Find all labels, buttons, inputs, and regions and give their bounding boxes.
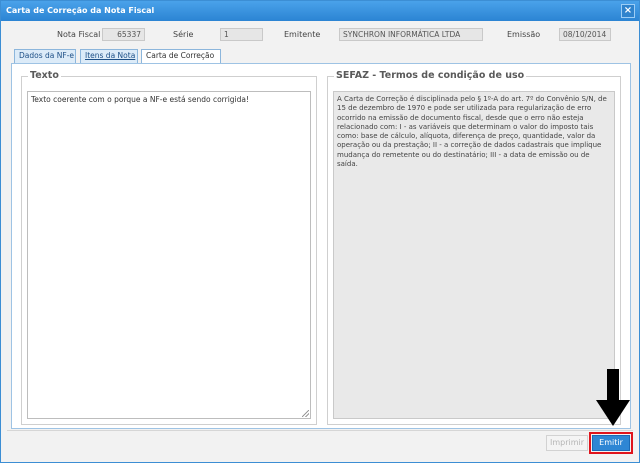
- serie-label: Série: [173, 30, 194, 39]
- arrow-down-icon: [596, 369, 630, 426]
- emissao-label: Emissão: [507, 30, 541, 39]
- nota-fiscal-label: Nota Fiscal: [57, 30, 101, 39]
- emissao-field: 08/10/2014: [559, 28, 611, 41]
- correction-text-input[interactable]: Texto coerente com o porque a NF-e está …: [27, 91, 311, 419]
- imprimir-button[interactable]: Imprimir: [546, 435, 588, 451]
- correction-text-value: Texto coerente com o porque a NF-e está …: [31, 95, 249, 104]
- texto-fieldset: Texto Texto coerente com o porque a NF-e…: [21, 70, 317, 425]
- dialog-window: Carta de Correção da Nota Fiscal × Nota …: [0, 0, 640, 463]
- title-bar[interactable]: Carta de Correção da Nota Fiscal ×: [1, 1, 639, 21]
- emitir-button[interactable]: Emitir: [589, 432, 633, 454]
- tab-panel: Texto Texto coerente com o porque a NF-e…: [11, 63, 631, 429]
- emitente-label: Emitente: [284, 30, 321, 39]
- tab-dados-nfe[interactable]: Dados da NF-e: [14, 49, 76, 63]
- close-button[interactable]: ×: [621, 4, 635, 18]
- emitente-field: SYNCHRON INFORMÁTICA LTDA: [339, 28, 483, 41]
- serie-field: 1: [220, 28, 263, 41]
- close-icon: ×: [623, 5, 633, 16]
- footer-divider: [7, 430, 633, 431]
- tab-carta-correcao[interactable]: Carta de Correção: [141, 49, 221, 64]
- nota-fiscal-field: 65337: [102, 28, 145, 41]
- sefaz-legend: SEFAZ - Termos de condição de uso: [334, 70, 527, 81]
- window-title: Carta de Correção da Nota Fiscal: [6, 6, 155, 15]
- tab-itens-nota[interactable]: Itens da Nota: [80, 49, 138, 63]
- texto-legend: Texto: [28, 70, 61, 81]
- sefaz-fieldset: SEFAZ - Termos de condição de uso A Cart…: [327, 70, 621, 425]
- sefaz-terms-text: A Carta de Correção é disciplinada pelo …: [333, 91, 615, 419]
- resize-grip-icon[interactable]: [302, 410, 309, 417]
